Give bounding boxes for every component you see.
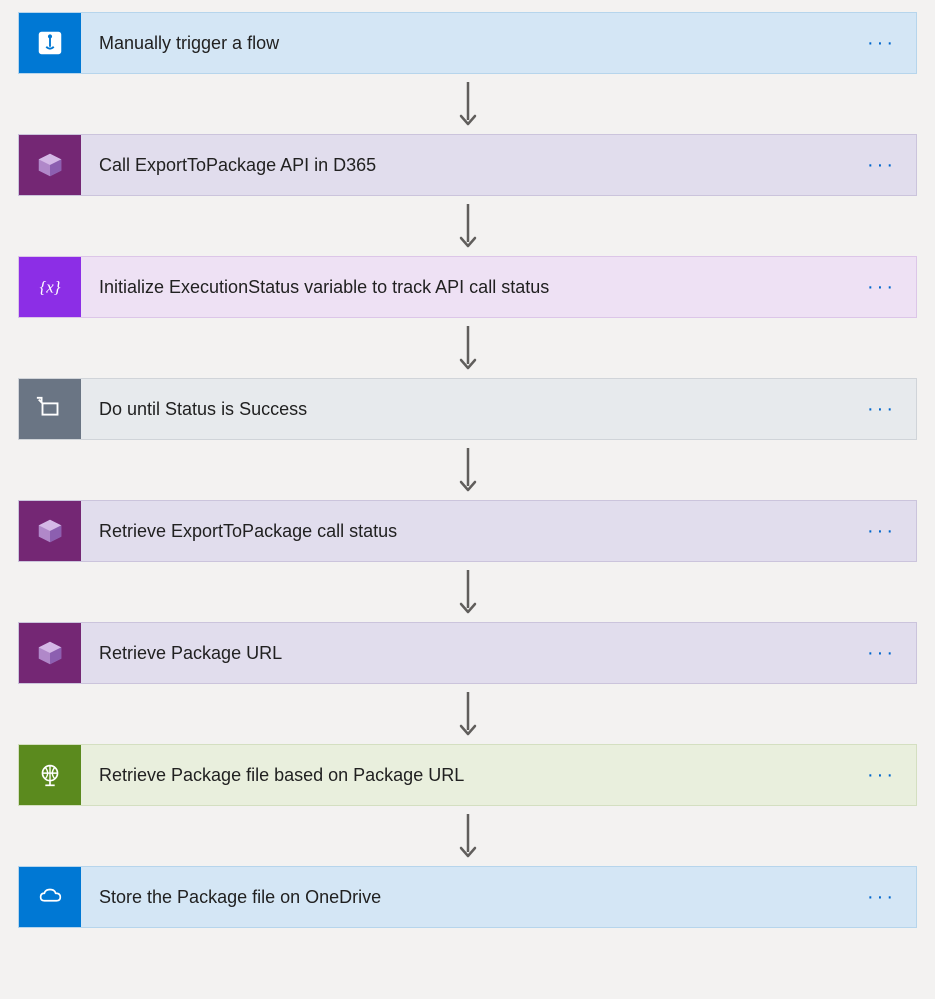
step-body: Call ExportToPackage API in D365 ··· bbox=[81, 135, 916, 195]
flow-step-5[interactable]: Retrieve Package URL ··· bbox=[18, 622, 917, 684]
more-options-button[interactable]: ··· bbox=[863, 883, 900, 911]
more-options-button[interactable]: ··· bbox=[863, 761, 900, 789]
step-label: Initialize ExecutionStatus variable to t… bbox=[99, 277, 549, 298]
step-body: Retrieve Package URL ··· bbox=[81, 623, 916, 683]
arrow-down-icon bbox=[18, 440, 917, 500]
step-body: Store the Package file on OneDrive ··· bbox=[81, 867, 916, 927]
step-label: Retrieve ExportToPackage call status bbox=[99, 521, 397, 542]
step-body: Initialize ExecutionStatus variable to t… bbox=[81, 257, 916, 317]
svg-text:{x}: {x} bbox=[40, 278, 61, 297]
step-label: Retrieve Package URL bbox=[99, 643, 282, 664]
more-options-button[interactable]: ··· bbox=[863, 639, 900, 667]
variable-icon: {x} bbox=[19, 257, 81, 317]
arrow-down-icon bbox=[18, 562, 917, 622]
step-label: Manually trigger a flow bbox=[99, 33, 279, 54]
flow-container: Manually trigger a flow···Call ExportToP… bbox=[18, 12, 917, 928]
step-body: Retrieve Package file based on Package U… bbox=[81, 745, 916, 805]
flow-step-7[interactable]: Store the Package file on OneDrive ··· bbox=[18, 866, 917, 928]
d365-icon bbox=[19, 623, 81, 683]
arrow-down-icon bbox=[18, 74, 917, 134]
d365-icon bbox=[19, 135, 81, 195]
step-body: Do until Status is Success ··· bbox=[81, 379, 916, 439]
d365-icon bbox=[19, 501, 81, 561]
step-label: Store the Package file on OneDrive bbox=[99, 887, 381, 908]
more-options-button[interactable]: ··· bbox=[863, 273, 900, 301]
step-label: Retrieve Package file based on Package U… bbox=[99, 765, 464, 786]
onedrive-icon bbox=[19, 867, 81, 927]
more-options-button[interactable]: ··· bbox=[863, 151, 900, 179]
manual-trigger-icon bbox=[19, 13, 81, 73]
flow-step-4[interactable]: Retrieve ExportToPackage call status ··· bbox=[18, 500, 917, 562]
step-body: Retrieve ExportToPackage call status ··· bbox=[81, 501, 916, 561]
arrow-down-icon bbox=[18, 318, 917, 378]
arrow-down-icon bbox=[18, 196, 917, 256]
do-until-icon bbox=[19, 379, 81, 439]
arrow-down-icon bbox=[18, 806, 917, 866]
arrow-down-icon bbox=[18, 684, 917, 744]
flow-step-3[interactable]: Do until Status is Success ··· bbox=[18, 378, 917, 440]
step-body: Manually trigger a flow ··· bbox=[81, 13, 916, 73]
flow-step-2[interactable]: {x} Initialize ExecutionStatus variable t… bbox=[18, 256, 917, 318]
http-icon bbox=[19, 745, 81, 805]
more-options-button[interactable]: ··· bbox=[863, 29, 900, 57]
step-label: Call ExportToPackage API in D365 bbox=[99, 155, 376, 176]
flow-step-0[interactable]: Manually trigger a flow ··· bbox=[18, 12, 917, 74]
more-options-button[interactable]: ··· bbox=[863, 517, 900, 545]
flow-step-6[interactable]: Retrieve Package file based on Package U… bbox=[18, 744, 917, 806]
step-label: Do until Status is Success bbox=[99, 399, 307, 420]
flow-step-1[interactable]: Call ExportToPackage API in D365 ··· bbox=[18, 134, 917, 196]
more-options-button[interactable]: ··· bbox=[863, 395, 900, 423]
